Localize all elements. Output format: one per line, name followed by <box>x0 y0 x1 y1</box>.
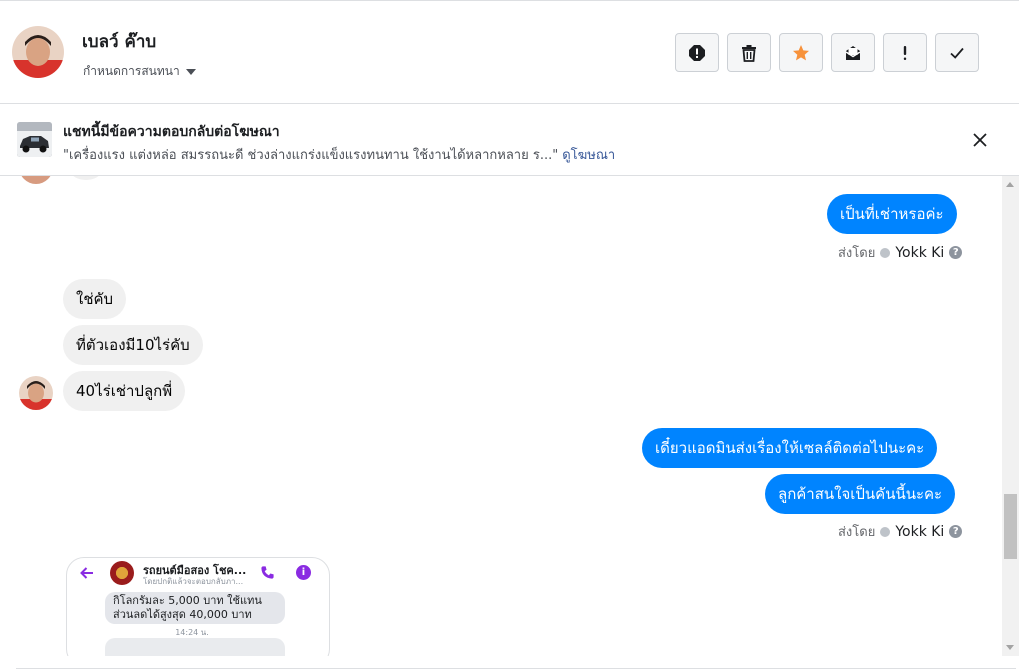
phone-icon <box>261 566 274 579</box>
conversation-header: เบลว์ ค๊าบ กำหนดการสนทนา <box>0 0 1019 104</box>
ad-thumbnail[interactable] <box>17 122 52 157</box>
help-icon[interactable]: ? <box>949 525 963 538</box>
attachment-header: รถยนต์มือสอง โชค... โดยปกติแล้วจะตอบกลับ… <box>67 558 329 588</box>
contact-name[interactable]: เบลว์ ค๊าบ <box>82 28 156 55</box>
ad-banner-description: "เครื่องแรง แต่งหล่อ สมรรถนะดี ช่วงล่างแ… <box>63 144 615 165</box>
sent-by-line: ส่งโดย Yokk Ki ? <box>838 242 963 263</box>
envelope-icon <box>845 45 861 60</box>
attachment-message: กิโลกรัมละ 5,000 บาท ใช้แทน ส่วนลดได้สูง… <box>105 592 285 624</box>
message-bubble-outgoing: เดี๋ยวแอดมินส่งเรื่องให้เซลล์ติดต่อไปนะค… <box>642 428 938 468</box>
follow-up-button[interactable] <box>883 33 927 72</box>
sent-by-name: Yokk Ki <box>895 244 945 261</box>
trash-icon <box>742 44 756 62</box>
attachment-subtitle: โดยปกติแล้วจะตอบกลับภา... <box>143 577 244 586</box>
delete-button[interactable] <box>727 33 771 72</box>
labels-text: กำหนดการสนทนา <box>83 64 180 78</box>
caret-down-icon <box>185 69 196 75</box>
scroll-up-icon[interactable] <box>1006 182 1014 187</box>
conversation-labels-dropdown[interactable]: กำหนดการสนทนา <box>83 62 196 81</box>
scroll-thumb[interactable] <box>1004 494 1017 559</box>
close-icon[interactable] <box>971 131 989 149</box>
message-thread[interactable]: เป็นที่เช่าหรอค่ะ ส่งโดย Yokk Ki ? ใช่คั… <box>0 176 1002 656</box>
help-icon[interactable]: ? <box>949 246 963 259</box>
ad-reply-banner: แชทนี้มีข้อความตอบกลับต่อโฆษณา "เครื่องแ… <box>0 104 1019 176</box>
exclamation-icon <box>903 45 907 60</box>
sent-by-name: Yokk Ki <box>895 523 945 540</box>
star-button[interactable] <box>779 33 823 72</box>
scroll-down-icon[interactable] <box>1006 645 1014 650</box>
composer-edge <box>0 656 1019 671</box>
thread-scrollbar[interactable] <box>1002 176 1019 656</box>
sent-by-label: ส่งโดย <box>838 525 876 540</box>
mark-unread-button[interactable] <box>831 33 875 72</box>
contact-avatar-small[interactable] <box>19 376 53 410</box>
ad-banner-title: แชทนี้มีข้อความตอบกลับต่อโฆษณา <box>63 124 280 140</box>
sent-by-label: ส่งโดย <box>838 246 876 261</box>
shield-icon <box>880 247 891 258</box>
mark-done-button[interactable] <box>935 33 979 72</box>
stop-alert-icon <box>689 44 705 61</box>
attachment-image-placeholder <box>105 638 285 656</box>
info-icon: i <box>296 565 311 580</box>
check-icon <box>950 47 964 59</box>
message-bubble-outgoing: ลูกค้าสนใจเป็นคันนี้นะคะ <box>765 474 956 514</box>
message-bubble-incoming: ที่ตัวเองมี10ไร่คับ <box>63 325 203 365</box>
message-bubble-incoming: 40ไร่เช่าปลูกพี่ <box>63 371 186 411</box>
view-ad-link[interactable]: ดูโฆษณา <box>562 148 615 163</box>
contact-avatar[interactable] <box>12 26 64 78</box>
ad-description-text: "เครื่องแรง แต่งหล่อ สมรรถนะดี ช่วงล่างแ… <box>63 148 559 163</box>
back-arrow-icon <box>80 567 93 579</box>
image-attachment[interactable]: รถยนต์มือสอง โชค... โดยปกติแล้วจะตอบกลับ… <box>66 557 330 656</box>
star-icon <box>793 44 809 60</box>
message-bubble-incoming: ใช่คับ <box>63 279 127 319</box>
message-bubble-clipped <box>66 176 106 180</box>
shield-icon <box>880 526 891 537</box>
page-logo <box>110 561 134 585</box>
header-actions <box>675 33 979 72</box>
sent-by-line: ส่งโดย Yokk Ki ? <box>838 521 963 542</box>
message-bubble-outgoing: เป็นที่เช่าหรอค่ะ <box>827 194 957 234</box>
mark-spam-button[interactable] <box>675 33 719 72</box>
contact-avatar-small <box>19 176 53 184</box>
